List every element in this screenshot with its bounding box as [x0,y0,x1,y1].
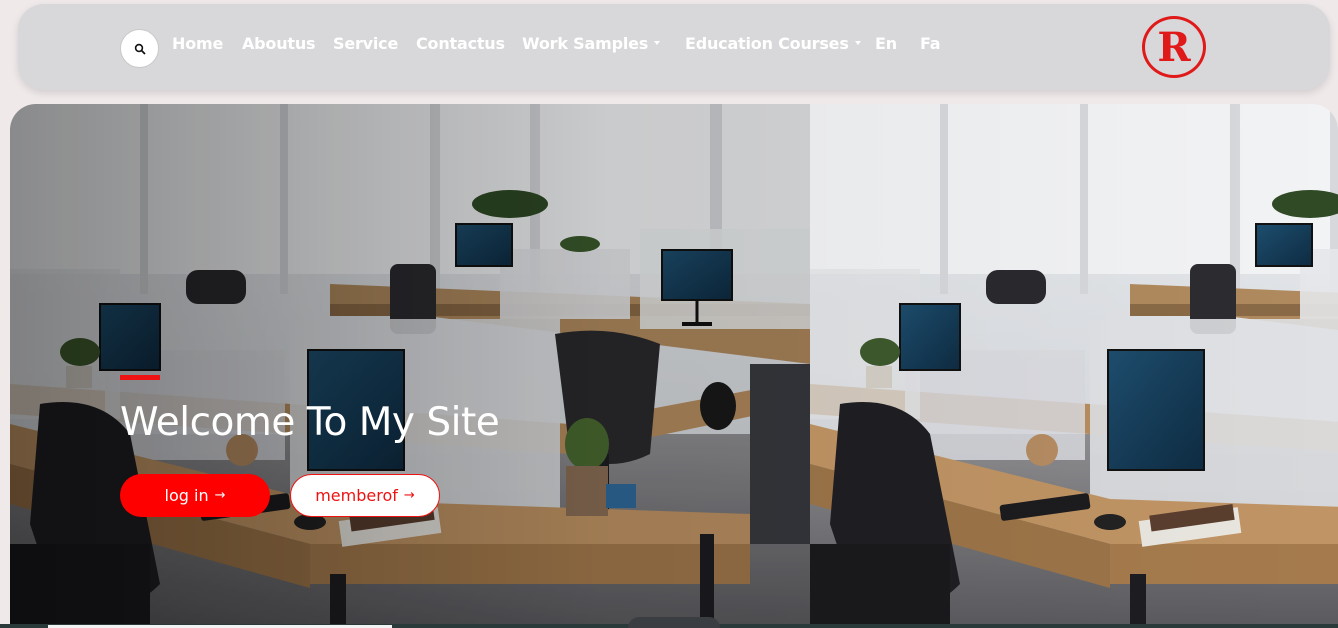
site-logo[interactable]: R [1142,16,1206,78]
navbar: Home Aboutus Service Contactus Work Samp… [18,4,1330,90]
hero-office-image [10,104,1338,628]
logo-letter: R [1157,23,1191,71]
hero-accent-bar [120,375,160,380]
memberof-button[interactable]: memberof → [290,474,440,517]
arrow-right-icon: → [214,488,226,503]
memberof-button-label: memberof [315,486,398,505]
slider-indicator[interactable] [628,617,720,628]
arrow-right-icon: → [403,488,415,503]
search-button[interactable] [120,29,159,68]
nav-aboutus[interactable]: Aboutus [242,34,316,53]
login-button-label: log in [164,486,209,505]
nav-work-samples-label: Work Samples [522,34,649,53]
nav-lang-fa[interactable]: Fa [920,34,941,53]
nav-service[interactable]: Service [333,34,398,53]
login-button[interactable]: log in → [120,474,270,517]
nav-education-courses-label: Education Courses [685,34,849,53]
hero-section: Welcome To My Site log in → memberof → [10,104,1338,628]
nav-work-samples[interactable]: Work Samples [522,34,661,53]
nav-home[interactable]: Home [172,34,223,53]
chevron-down-icon [654,40,661,45]
nav-lang-en[interactable]: En [875,34,897,53]
hero-title: Welcome To My Site [120,400,500,445]
nav-contactus[interactable]: Contactus [416,34,505,53]
nav-education-courses[interactable]: Education Courses [685,34,861,53]
chevron-down-icon [854,40,861,45]
search-icon [134,43,146,55]
